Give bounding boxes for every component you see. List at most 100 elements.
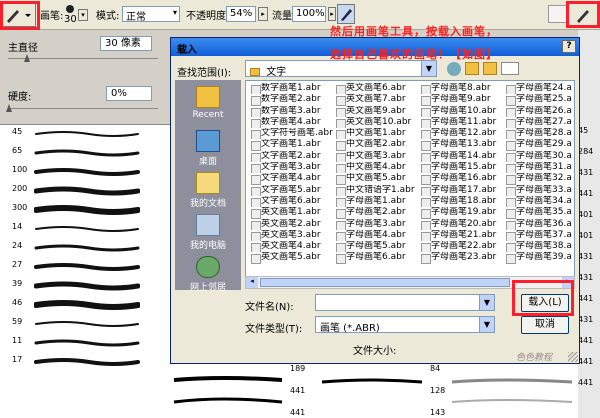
file-item[interactable]: 字母画笔17.abr	[420, 185, 506, 196]
file-item[interactable]: 字母画笔21.abr	[420, 230, 506, 242]
brush-palette-icon[interactable]	[574, 6, 594, 24]
file-item[interactable]: 文字画笔2.abr	[250, 151, 336, 163]
view-menu-button[interactable]	[501, 62, 519, 75]
file-item[interactable]: 字母画笔28.a	[505, 128, 574, 140]
cancel-button[interactable]: 取消	[521, 316, 569, 334]
brush-preset-list[interactable]: 45 65 100 200 300 14 24 27 39 46 59 11 17	[0, 124, 172, 418]
file-item[interactable]: 数字画笔2.abr	[250, 94, 336, 106]
filetype-select[interactable]: 画笔 (*.ABR) ▼	[315, 316, 495, 334]
file-item[interactable]: 字母画笔5.abr	[335, 241, 421, 253]
file-item[interactable]: 英文画笔6.abr	[335, 83, 421, 95]
file-item[interactable]: 字母画笔14.abr	[420, 151, 506, 163]
file-item[interactable]: 字母画笔30.a	[505, 151, 574, 163]
file-item[interactable]: 字母画笔3.abr	[335, 219, 421, 230]
file-item[interactable]: 中文画笔4.abr	[335, 162, 421, 174]
file-item[interactable]: 英文画笔1.abr	[250, 207, 336, 219]
file-item[interactable]: 字母画笔2.abr	[335, 207, 421, 219]
flow-slider-button[interactable]: ▸	[328, 7, 336, 21]
place-my-documents[interactable]: 我的文档	[175, 172, 241, 209]
file-item[interactable]: 字母画笔29.a	[505, 139, 574, 151]
brush-preset-row[interactable]: 200	[0, 182, 172, 201]
file-item[interactable]: 字母画笔34.a	[505, 196, 574, 208]
file-item[interactable]: 字母画笔1.abr	[335, 196, 421, 208]
file-item[interactable]: 字母画笔6.abr	[335, 252, 421, 264]
hardness-input[interactable]: 0%	[106, 86, 152, 101]
file-item[interactable]: 文字画笔4.abr	[250, 173, 336, 185]
file-item[interactable]: 字母画笔8.abr	[420, 83, 506, 95]
brush-preset-row[interactable]: 300	[0, 201, 172, 220]
file-item[interactable]: 中文画笔2.abr	[335, 139, 421, 151]
brush-preset-row[interactable]: 45	[0, 125, 172, 144]
close-icon[interactable]: ?	[562, 40, 576, 53]
file-item[interactable]: 英文画笔9.abr	[335, 106, 421, 117]
file-item[interactable]: 字母画笔24.a	[505, 83, 574, 95]
file-item[interactable]: 字母画笔16.abr	[420, 173, 506, 185]
diameter-slider[interactable]	[8, 58, 158, 59]
airbrush-button[interactable]	[337, 4, 355, 24]
brush-preset-row[interactable]: 27	[0, 258, 172, 277]
brush-preset-row[interactable]: 46	[0, 296, 172, 315]
brush-preset-row[interactable]: 11	[0, 334, 172, 353]
scroll-left-arrow[interactable]: ◂	[246, 277, 258, 288]
file-item[interactable]: 文字画笔1.abr	[250, 139, 336, 151]
scroll-thumb[interactable]	[260, 278, 510, 287]
opacity-input[interactable]: 54%	[226, 6, 256, 22]
mode-select[interactable]: 正常 ▾	[122, 6, 180, 23]
file-item[interactable]: 字母画笔37.a	[505, 230, 574, 242]
file-item[interactable]: 中文错语字1.abr	[335, 185, 421, 196]
flow-input[interactable]: 100%	[292, 6, 326, 22]
file-item[interactable]: 文字画笔3.abr	[250, 162, 336, 174]
file-item[interactable]: 字母画笔36.a	[505, 219, 574, 230]
look-in-select[interactable]: 文字 ▼	[245, 60, 437, 78]
place-recent[interactable]: Recent	[175, 86, 241, 120]
file-item[interactable]: 英文画笔3.abr	[250, 230, 336, 242]
brush-preset-row[interactable]: 39	[0, 277, 172, 296]
file-item[interactable]: 字母画笔12.abr	[420, 128, 506, 140]
resize-grip[interactable]	[568, 352, 578, 362]
brush-preset-row[interactable]: 14	[0, 220, 172, 239]
file-item[interactable]: 字母画笔22.abr	[420, 241, 506, 253]
file-item[interactable]: 中文画笔1.abr	[335, 128, 421, 140]
file-item[interactable]: 英文画笔7.abr	[335, 94, 421, 106]
hardness-slider[interactable]	[8, 108, 158, 109]
brush-preset-row[interactable]: 59	[0, 315, 172, 334]
file-item[interactable]: 字母画笔10.abr	[420, 106, 506, 117]
file-item[interactable]: 文字画笔6.abr	[250, 196, 336, 208]
file-item[interactable]: 文字画笔5.abr	[250, 185, 336, 196]
back-button[interactable]	[447, 62, 461, 76]
file-item[interactable]: 字母画笔26.a	[505, 106, 574, 117]
file-item[interactable]: 英文画笔5.abr	[250, 252, 336, 264]
file-item[interactable]: 数字画笔1.abr	[250, 83, 336, 95]
file-item[interactable]: 字母画笔33.a	[505, 185, 574, 196]
place-desktop[interactable]: 桌面	[175, 130, 241, 167]
file-item[interactable]: 字母画笔13.abr	[420, 139, 506, 151]
master-diameter-input[interactable]: 30 像素	[100, 36, 152, 51]
file-item[interactable]: 字母画笔31.a	[505, 162, 574, 174]
up-folder-button[interactable]	[465, 62, 479, 75]
place-my-computer[interactable]: 我的电脑	[175, 214, 241, 251]
file-item[interactable]: 字母画笔27.a	[505, 117, 574, 129]
file-item[interactable]: 英文画笔10.abr	[335, 117, 421, 129]
file-item[interactable]: 字母画笔38.a	[505, 241, 574, 253]
opacity-slider-button[interactable]: ▸	[258, 7, 268, 21]
brush-preset-row[interactable]: 100	[0, 163, 172, 182]
file-item[interactable]: 字母画笔19.abr	[420, 207, 506, 219]
filename-input[interactable]: ▼	[315, 294, 495, 311]
file-item[interactable]: 字母画笔23.abr	[420, 252, 506, 264]
brush-preset-row[interactable]: 65	[0, 144, 172, 163]
file-item[interactable]: 字母画笔9.abr	[420, 94, 506, 106]
file-item[interactable]: 中文画笔5.abr	[335, 173, 421, 185]
palette-well[interactable]	[548, 5, 568, 23]
file-list[interactable]: 数字画笔1.abr 数字画笔2.abr 数字画笔3.abr 数字画笔4.abr 文字符号…	[245, 80, 575, 289]
file-item[interactable]: 文字符号画笔.abr	[250, 128, 336, 140]
file-item[interactable]: 字母画笔15.abr	[420, 162, 506, 174]
file-item[interactable]: 英文画笔2.abr	[250, 219, 336, 230]
file-item[interactable]: 字母画笔11.abr	[420, 117, 506, 129]
file-item[interactable]: 字母画笔32.a	[505, 173, 574, 185]
new-folder-button[interactable]	[483, 62, 497, 75]
file-item[interactable]: 数字画笔3.abr	[250, 106, 336, 117]
file-item[interactable]: 字母画笔18.abr	[420, 196, 506, 208]
brush-picker-dropdown[interactable]: ▾	[78, 9, 88, 21]
file-item[interactable]: 中文画笔3.abr	[335, 151, 421, 163]
file-item[interactable]: 数字画笔4.abr	[250, 117, 336, 129]
